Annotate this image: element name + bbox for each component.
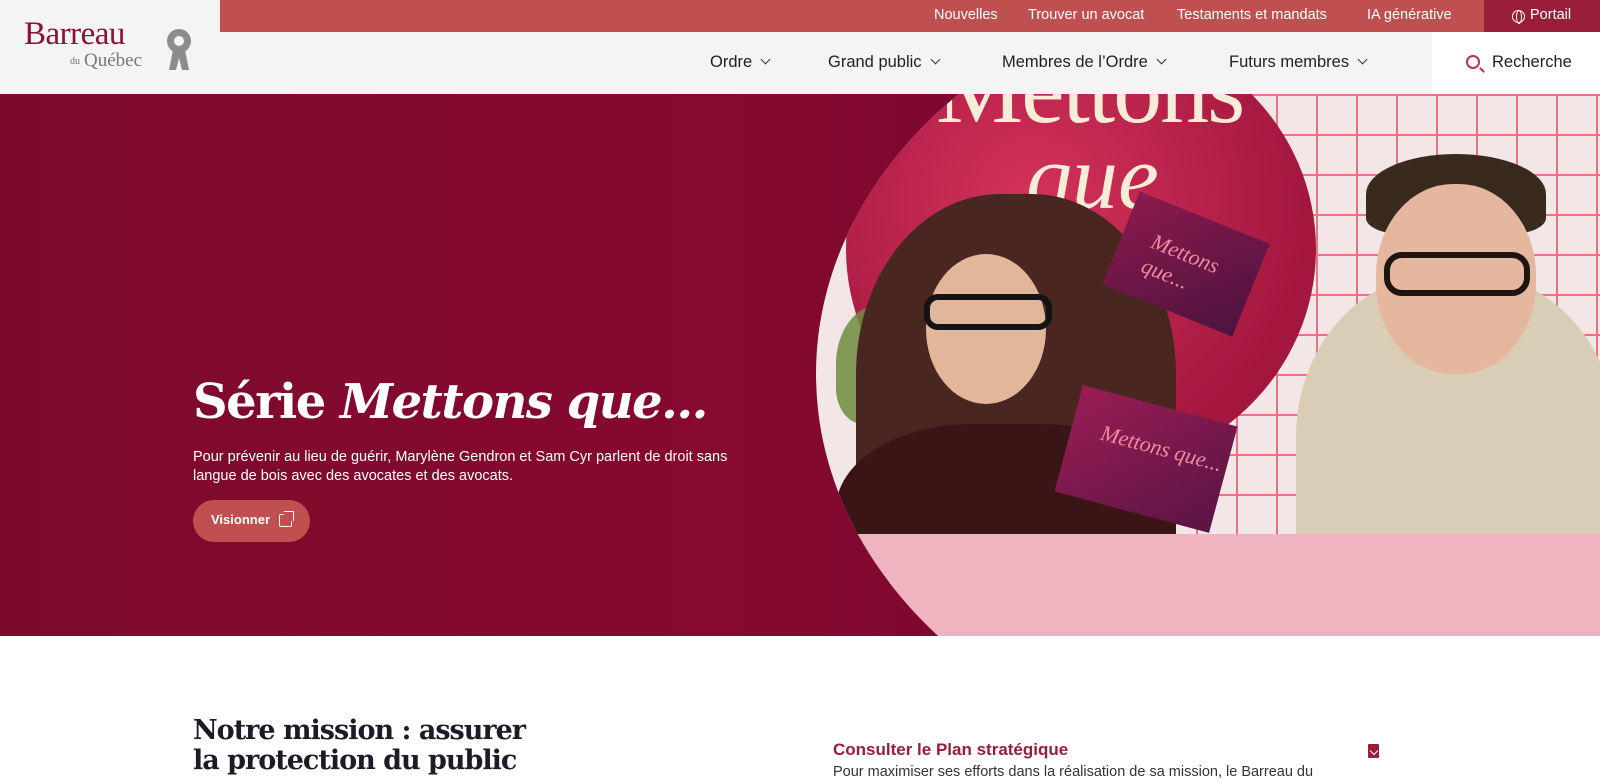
nav-item-label: Membres de l’Ordre [1002, 53, 1148, 71]
hero-banner: Mettons que Mettons que... Mettons que..… [0, 94, 1600, 636]
search-label: Recherche [1492, 53, 1572, 71]
chevron-down-icon [1156, 54, 1167, 65]
plan-description: Pour maximiser ses efforts dans la réali… [833, 764, 1314, 780]
host-right-glasses [1384, 252, 1530, 296]
visionner-label: Visionner [211, 512, 271, 527]
mission-title: Notre mission : assurer la protection du… [193, 715, 526, 776]
nav-item-futurs-membres[interactable]: Futurs membres [1229, 53, 1368, 72]
hero-title: Série Mettons que... [193, 374, 708, 430]
utility-bar: Nouvelles Trouver un avocat Testaments e… [220, 0, 1600, 32]
topbar-link-nouvelles[interactable]: Nouvelles [934, 7, 998, 23]
host-left-glasses [924, 294, 1052, 330]
globe-icon [1512, 10, 1525, 24]
nav-item-label: Grand public [828, 53, 922, 71]
plan-strategique-link[interactable]: Consulter le Plan stratégique [833, 740, 1068, 760]
logo-quebec-text: Québec [84, 50, 143, 71]
visionner-button[interactable]: Visionner [193, 500, 310, 542]
nav-item-label: Futurs membres [1229, 53, 1350, 71]
search-button[interactable]: Recherche [1432, 32, 1600, 94]
hero-title-emphasis: Mettons que... [339, 374, 708, 430]
topbar-link-testaments[interactable]: Testaments et mandats [1177, 7, 1327, 23]
logo-emblem-icon [167, 29, 191, 70]
logo-barreau-text: Barreau [24, 16, 125, 52]
site-logo[interactable]: Barreau du Québec [0, 0, 220, 94]
nav-item-grand-public[interactable]: Grand public [828, 53, 941, 72]
pdf-download-icon[interactable] [1368, 744, 1379, 758]
portail-button[interactable]: Portail [1484, 0, 1600, 32]
pink-table [816, 534, 1600, 636]
chevron-down-icon [930, 54, 941, 65]
topbar-link-trouver-avocat[interactable]: Trouver un avocat [1028, 7, 1144, 23]
hero-description: Pour prévenir au lieu de guérir, Marylèn… [193, 449, 728, 484]
portail-label: Portail [1530, 7, 1572, 23]
hero-photo-scene: Mettons que Mettons que... Mettons que..… [816, 94, 1600, 636]
search-icon [1466, 55, 1480, 69]
nav-item-membres[interactable]: Membres de l’Ordre [1002, 53, 1167, 72]
hero-title-prefix: Série [193, 374, 340, 430]
logo-du-text: du [70, 56, 80, 67]
hero-photo: Mettons que Mettons que... Mettons que..… [816, 94, 1600, 636]
card-text: Mettons que... [1098, 419, 1226, 477]
external-link-icon [279, 511, 294, 527]
topbar-link-ia-generative[interactable]: IA générative [1367, 7, 1452, 23]
nav-item-label: Ordre [710, 53, 753, 71]
card-text: Mettons que... [1138, 228, 1223, 294]
chevron-down-icon [1357, 54, 1368, 65]
chevron-down-icon [760, 54, 771, 65]
nav-item-ordre[interactable]: Ordre [710, 53, 771, 72]
site-header: Barreau du Québec Nouvelles Trouver un a… [0, 0, 1600, 94]
